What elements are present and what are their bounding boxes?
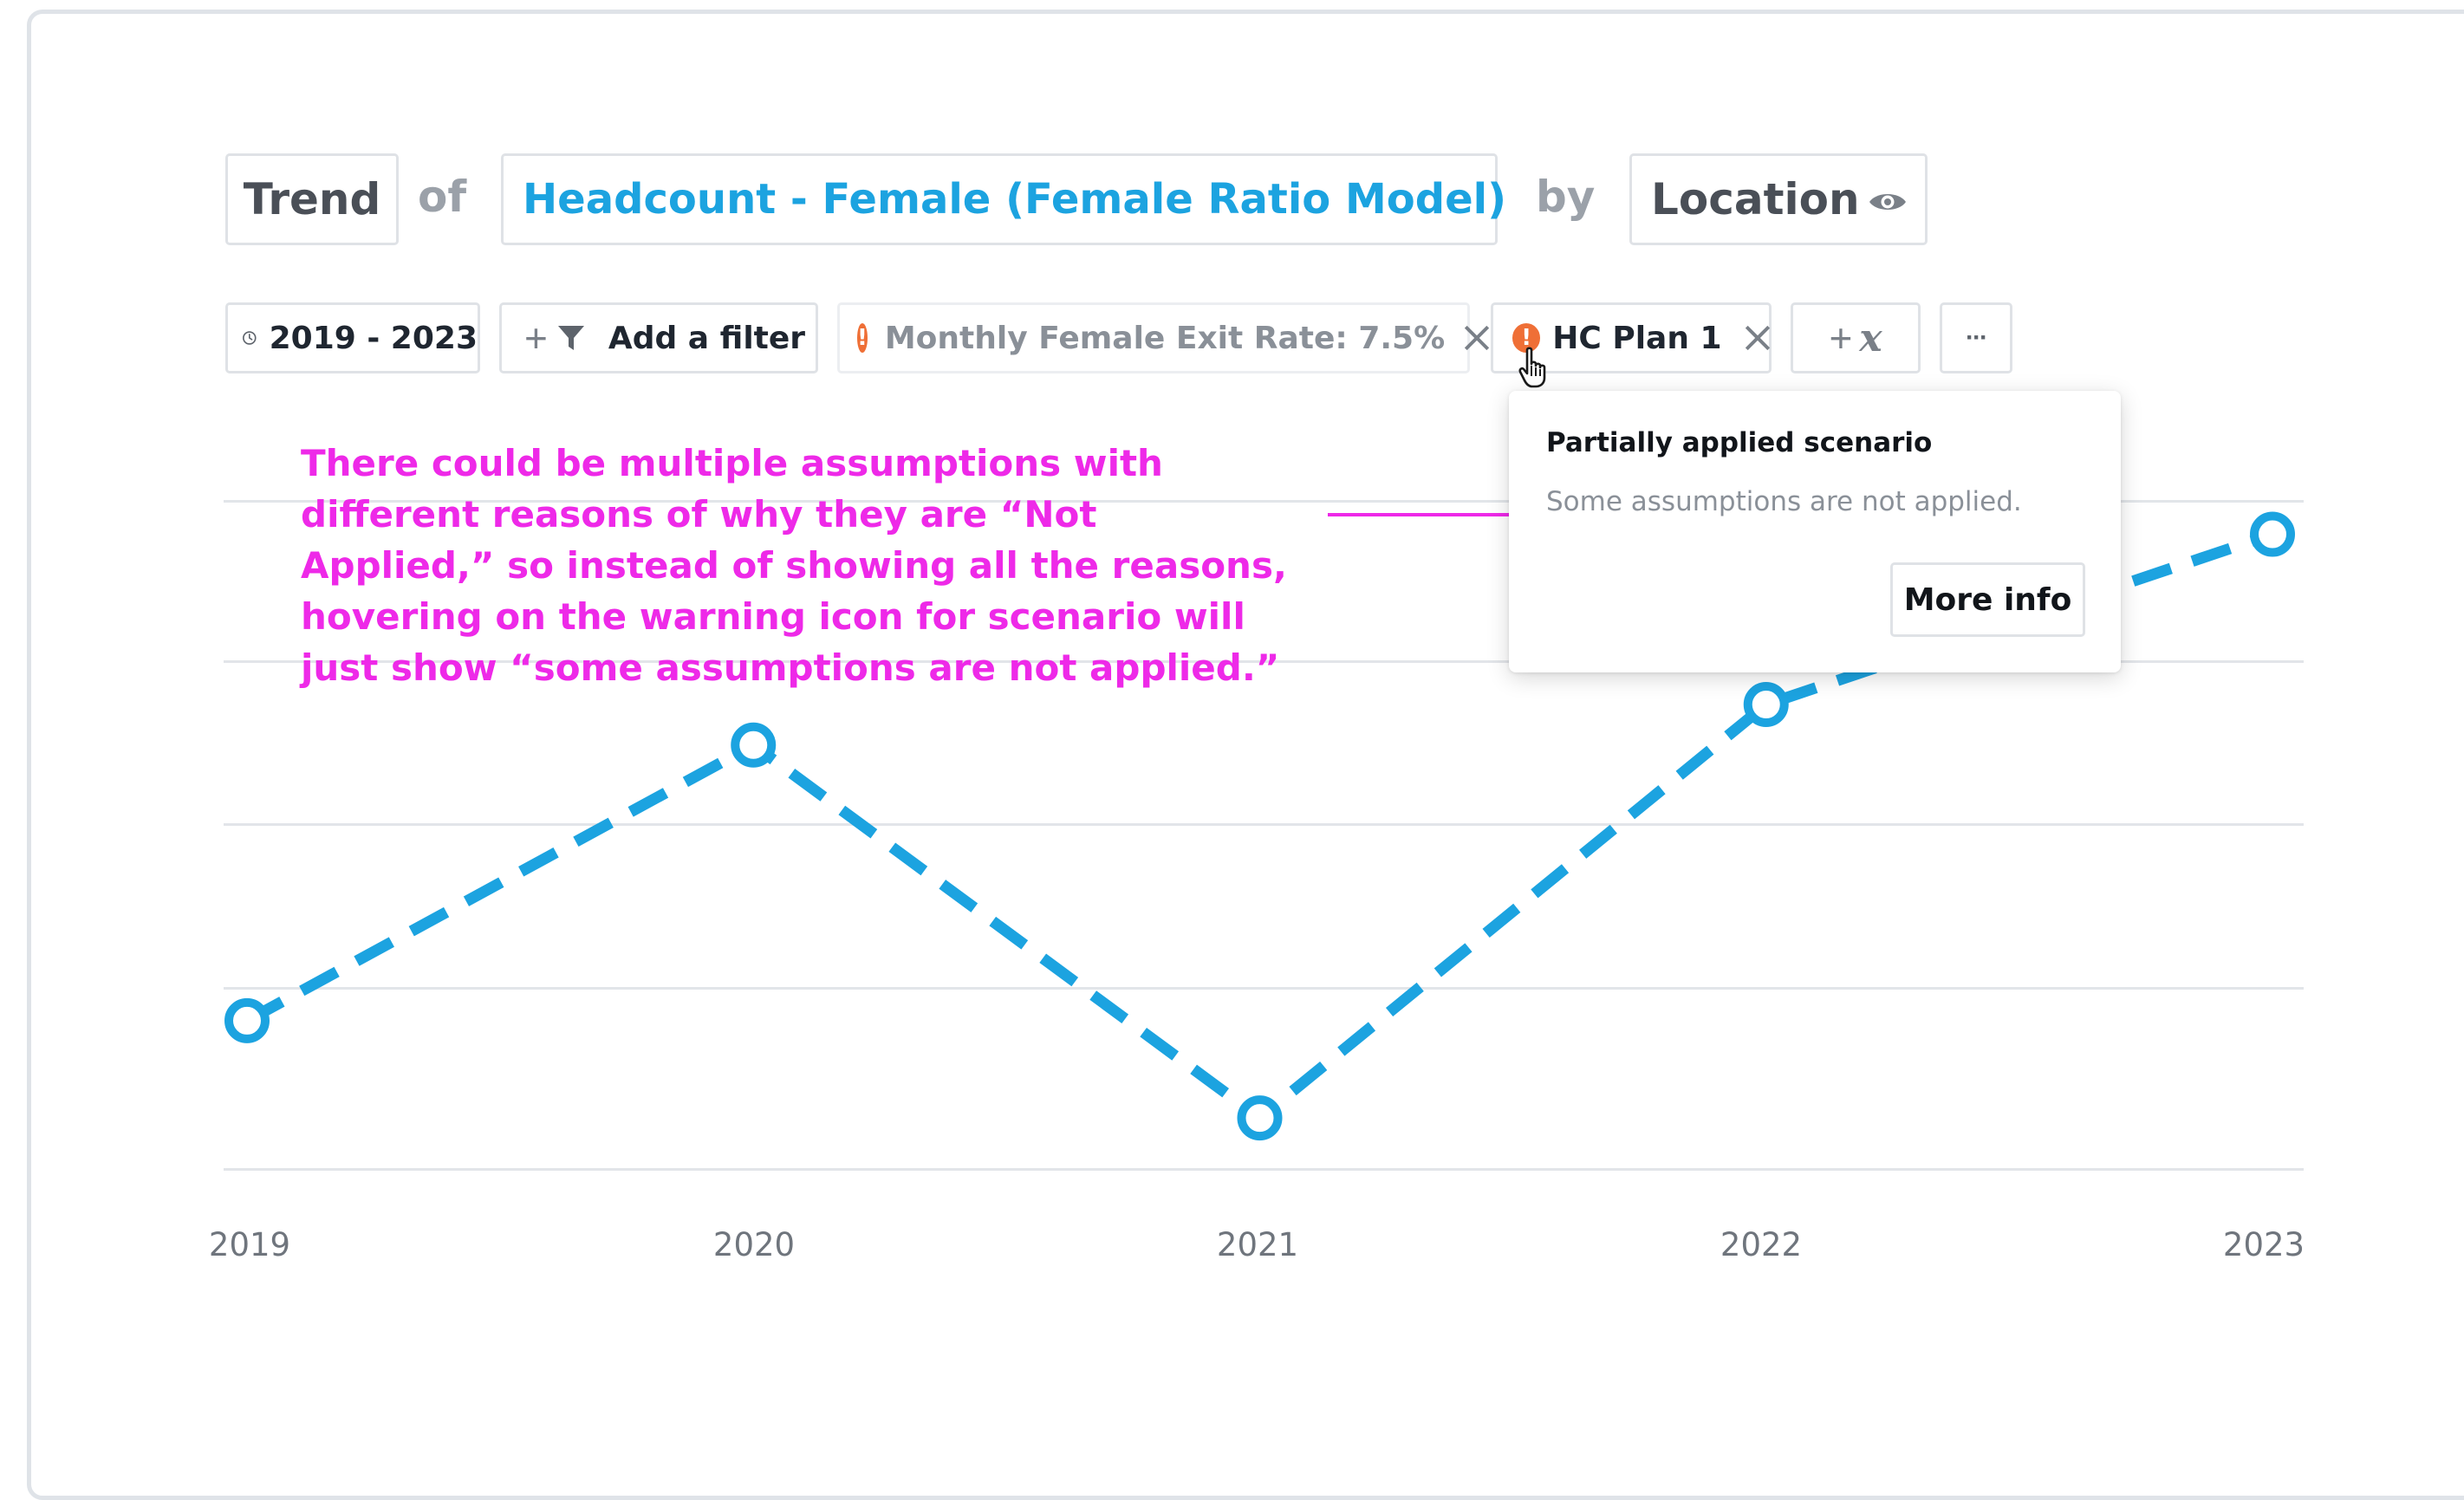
x-tick-label: 2023	[2222, 1226, 2305, 1263]
annotation-connector	[1328, 513, 1529, 516]
data-point[interactable]	[1237, 1095, 1283, 1141]
data-point[interactable]	[1743, 682, 1789, 728]
x-tick-label: 2021	[1216, 1226, 1299, 1263]
x-tick-label: 2022	[1720, 1226, 1803, 1263]
x-tick-label: 2019	[208, 1226, 291, 1263]
data-point[interactable]	[731, 722, 777, 768]
data-point[interactable]	[224, 997, 270, 1043]
x-tick-label: 2020	[712, 1226, 796, 1263]
more-info-button[interactable]: More info	[1890, 562, 2085, 637]
tooltip-title: Partially applied scenario	[1546, 427, 1933, 458]
tooltip-text: Some assumptions are not applied.	[1546, 486, 2022, 517]
annotation-note: There could be multiple assumptions with…	[301, 442, 1287, 689]
scenario-tooltip: Partially applied scenario Some assumpti…	[1509, 391, 2121, 672]
data-point[interactable]	[2250, 511, 2295, 557]
